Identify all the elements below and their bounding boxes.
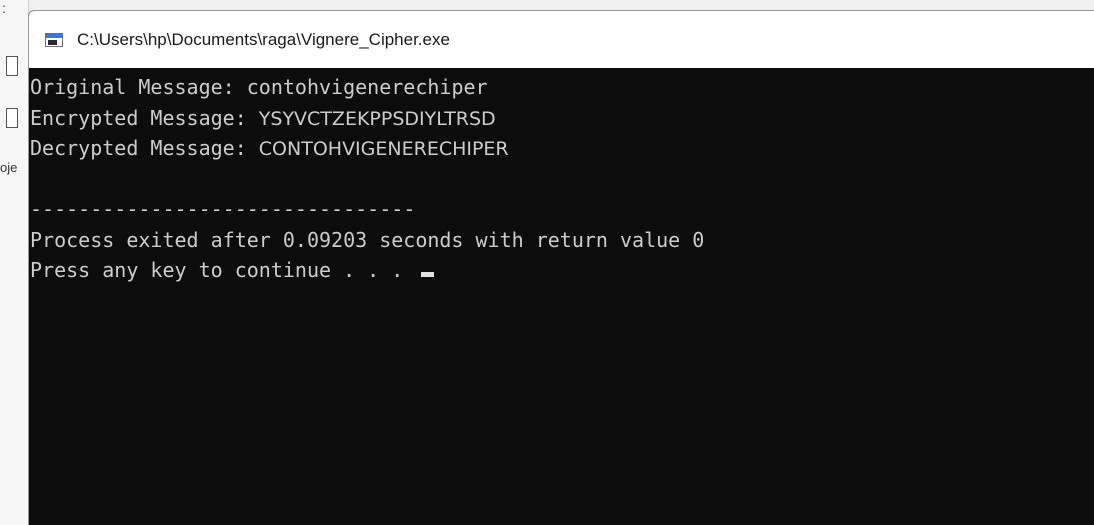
background-window-edge: : oje xyxy=(0,0,29,525)
press-key-line: Press any key to continue . . . xyxy=(30,255,1094,286)
window-title: C:\Users\hp\Documents\raga\Vignere_Ciphe… xyxy=(77,29,450,49)
desktop: : oje C:\Users\hp\Documents\raga\Vignere… xyxy=(0,0,1094,525)
background-control xyxy=(6,108,18,128)
console-window[interactable]: C:\Users\hp\Documents\raga\Vignere_Ciphe… xyxy=(28,10,1094,525)
console-output[interactable]: Original Message: contohvigenerechiper E… xyxy=(29,68,1094,525)
encrypted-message-value: YSYVCTZEKPPSDIYLTRSD xyxy=(258,107,496,130)
decrypted-message-line: Decrypted Message: CONTOHVIGENERECHIPER xyxy=(30,133,1094,164)
encrypted-message-label: Encrypted Message: xyxy=(30,105,259,130)
background-control xyxy=(6,56,18,76)
text-cursor xyxy=(421,272,435,277)
original-message-value: contohvigenerechiper xyxy=(246,75,488,99)
process-exit-line: Process exited after 0.09203 seconds wit… xyxy=(30,227,705,252)
title-bar[interactable]: C:\Users\hp\Documents\raga\Vignere_Ciphe… xyxy=(29,11,1094,68)
original-message-line: Original Message: contohvigenerechiper xyxy=(30,72,1094,103)
decrypted-message-label: Decrypted Message: xyxy=(30,136,259,160)
press-key-text: Press any key to continue . . . xyxy=(30,258,416,282)
console-app-icon[interactable] xyxy=(45,32,63,47)
background-glyph: : xyxy=(2,0,6,16)
encrypted-message-line: Encrypted Message: YSYVCTZEKPPSDIYLTRSD xyxy=(30,103,1094,134)
separator-line: -------------------------------- xyxy=(30,197,416,221)
decrypted-message-value: CONTOHVIGENERECHIPER xyxy=(258,138,509,160)
background-partial-text: oje xyxy=(0,160,18,175)
original-message-label: Original Message: xyxy=(30,75,247,99)
